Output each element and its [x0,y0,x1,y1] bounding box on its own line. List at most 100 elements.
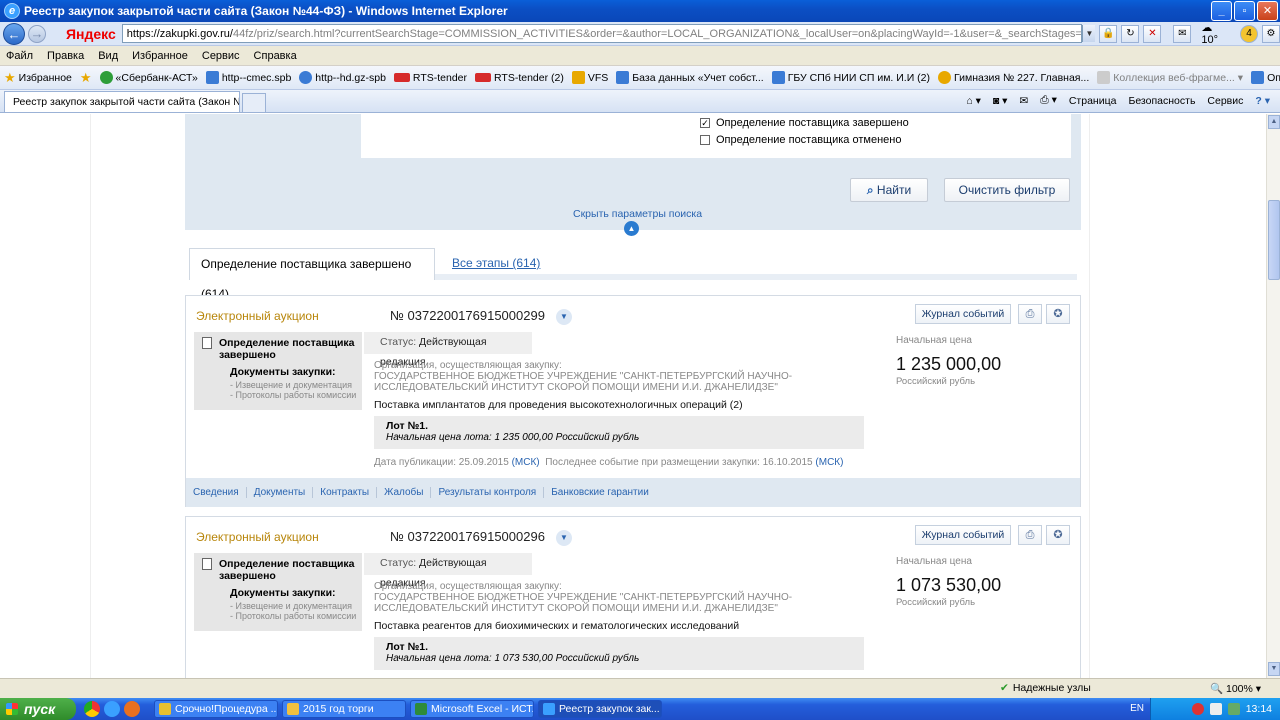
taskbar-item[interactable]: 2015 год торги [282,700,406,718]
favorite-item[interactable]: RTS-tender (2) [475,72,564,84]
purchase-number[interactable]: № 0372200176915000299 [390,308,545,323]
favorite-item[interactable]: База данных «Учет собст... [616,71,764,84]
find-button[interactable]: ⌕ Найти [850,178,928,202]
browser-tab[interactable]: Реестр закупок закрытой части сайта (Зак… [4,91,240,112]
stage-done-option[interactable]: ✓ Определение поставщика завершено [700,117,909,129]
weather-widget[interactable]: ☁ 10° [1201,21,1232,46]
mail-icon[interactable]: ✉ [1173,24,1192,43]
menu-file[interactable]: Файл [6,50,33,62]
vertical-scrollbar[interactable]: ▲ ▼ [1266,114,1280,678]
award-icon[interactable]: ✪ [1046,525,1070,545]
lock-icon[interactable]: 🔒 [1099,24,1118,43]
link-control-results[interactable]: Результаты контроля [431,487,545,498]
favorite-item[interactable]: Коллекция веб-фрагме... ▾ [1097,71,1243,84]
print-icon[interactable]: ⎙ [1018,525,1042,545]
ie-logo-icon: e [4,3,20,19]
doc-link-protocols[interactable]: - Протоколы работы комиссии [230,611,356,621]
chrome-icon[interactable] [84,701,100,717]
scroll-down-icon[interactable]: ▼ [1268,662,1280,676]
doc-link-notice[interactable]: - Извещение и документация [230,380,352,390]
favorites-button[interactable]: ★ Избранное [4,70,72,86]
menu-help[interactable]: Справка [254,50,297,62]
page-menu[interactable]: Страница [1069,95,1117,107]
menu-view[interactable]: Вид [98,50,118,62]
start-button[interactable]: пуск [0,698,76,720]
purchase-number[interactable]: № 0372200176915000296 [390,529,545,544]
chevron-down-icon[interactable]: ▼ [556,309,572,325]
link-complaints[interactable]: Жалобы [377,487,432,498]
tray-icon[interactable] [1191,703,1204,715]
link-info[interactable]: Сведения [193,487,247,498]
menu-favorites[interactable]: Избранное [132,50,188,62]
security-zone[interactable]: ✔ Надежные узлы [1000,682,1091,694]
forward-button[interactable]: → [27,24,46,43]
link-bank-guarantees[interactable]: Банковские гарантии [544,487,656,498]
safety-menu[interactable]: Безопасность [1128,95,1195,107]
notification-icon[interactable]: 4 [1240,24,1259,43]
settings-icon[interactable]: ⚙ [1262,24,1280,43]
favorite-item[interactable]: Определение поставщика [1251,71,1280,84]
chevron-down-icon[interactable]: ▼ [556,530,572,546]
taskbar-item-active[interactable]: Реестр закупок зак... [538,700,662,718]
zoom-level[interactable]: 🔍 100% ▾ [1210,682,1261,695]
back-button[interactable]: ← [3,22,25,45]
stage-cancelled-checkbox[interactable] [700,135,710,145]
menu-tools[interactable]: Сервис [202,50,240,62]
collapse-arrow-icon[interactable]: ▲ [624,221,639,236]
clock[interactable]: 13:14 [1246,703,1272,715]
close-button[interactable]: ✕ [1257,1,1278,21]
language-indicator[interactable]: EN [1130,703,1144,714]
org-name[interactable]: ГОСУДАРСТВЕННОЕ БЮДЖЕТНОЕ УЧРЕЖДЕНИЕ "СА… [374,371,874,393]
favorite-item[interactable]: Гимназия № 227. Главная... [938,71,1089,84]
print-icon[interactable]: ⎙ ▾ [1040,94,1057,107]
tray-icon[interactable] [1227,703,1240,715]
favorite-item[interactable]: ГБУ СПб НИИ СП им. И.И (2) [771,71,930,84]
org-name[interactable]: ГОСУДАРСТВЕННОЕ БЮДЖЕТНОЕ УЧРЕЖДЕНИЕ "СА… [374,592,874,614]
award-icon[interactable]: ✪ [1046,304,1070,324]
favorite-item[interactable]: RTS-tender [393,72,467,84]
feeds-icon[interactable]: ◙ ▾ [993,95,1008,107]
site-icon [99,71,113,84]
event-journal-button[interactable]: Журнал событий [915,304,1011,324]
tab-stage-done[interactable]: Определение поставщика завершено (614) [189,248,435,301]
stage-done-checkbox[interactable]: ✓ [700,118,710,128]
event-journal-button[interactable]: Журнал событий [915,525,1011,545]
tools-menu[interactable]: Сервис [1207,95,1243,107]
msk-link[interactable]: (МСК) [815,457,843,468]
new-tab-button[interactable] [242,93,266,112]
tray-icon[interactable] [1209,703,1222,715]
minimize-button[interactable]: _ [1211,1,1232,21]
msk-link[interactable]: (МСК) [512,457,540,468]
doc-link-protocols[interactable]: - Протоколы работы комиссии [230,390,356,400]
taskbar-item[interactable]: Microsoft Excel - ИСТ... [410,700,534,718]
read-mail-icon[interactable]: ✉ [1019,95,1028,107]
taskbar-item[interactable]: Срочно!Процедура ... [154,700,278,718]
browser-statusbar: ✔ Надежные узлы 🔍 100% ▾ [0,678,1280,698]
link-documents[interactable]: Документы [247,487,314,498]
link-contracts[interactable]: Контракты [313,487,378,498]
favorite-item[interactable]: «Сбербанк-АСТ» [99,71,198,84]
stop-icon[interactable]: ✕ [1143,24,1162,43]
add-favorite-icon[interactable]: ★ [80,70,92,86]
favorite-item[interactable]: http--cmec.spb [205,71,291,84]
scroll-thumb[interactable] [1268,200,1280,280]
print-icon[interactable]: ⎙ [1018,304,1042,324]
hide-search-params-link[interactable]: Скрыть параметры поиска [573,208,702,220]
refresh-icon[interactable]: ↻ [1121,24,1140,43]
favorite-item[interactable]: http--hd.gz-spb [299,71,386,84]
lot-price: Начальная цена лота: 1 235 000,00 Россий… [386,432,640,443]
doc-link-notice[interactable]: - Извещение и документация [230,601,352,611]
firefox-icon[interactable] [124,701,140,717]
address-dropdown-icon[interactable]: ▼ [1082,25,1096,42]
ie-icon[interactable] [104,701,120,717]
home-icon[interactable]: ⌂ ▾ [966,95,981,107]
maximize-button[interactable]: ▫ [1234,1,1255,21]
scroll-up-icon[interactable]: ▲ [1268,115,1280,129]
favorite-item[interactable]: VFS [571,71,608,84]
docs-title: Документы закупки: [230,587,336,599]
menu-edit[interactable]: Правка [47,50,84,62]
address-bar[interactable]: https://zakupki.gov.ru/44fz/priz/search.… [121,24,1083,43]
help-icon[interactable]: ? ▾ [1255,95,1270,107]
stage-cancelled-option[interactable]: Определение поставщика отменено [700,134,901,146]
clear-filter-button[interactable]: Очистить фильтр [944,178,1070,202]
